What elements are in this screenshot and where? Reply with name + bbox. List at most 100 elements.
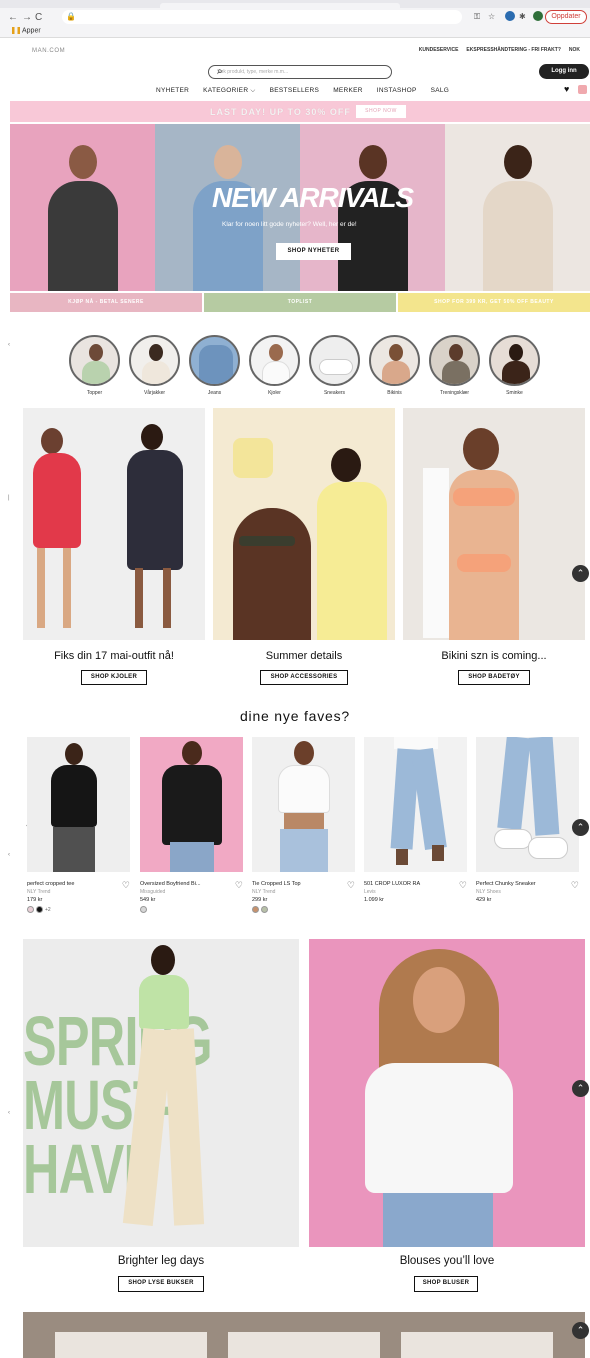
back-icon[interactable]: ← [8, 12, 18, 23]
customer-service-link[interactable]: KUNDESERVICE [419, 47, 459, 53]
puzzle-icon[interactable]: ✱ [519, 12, 526, 21]
color-swatches [252, 906, 355, 913]
feature-title-swimwear: Bikini szn is coming... [441, 650, 547, 662]
category-sneakers[interactable]: Sneakers [309, 335, 360, 396]
next-section-banner[interactable] [23, 1312, 585, 1358]
currency-selector[interactable]: NOK [569, 47, 580, 53]
reload-icon[interactable]: C [35, 12, 42, 23]
big-card-blouses[interactable] [309, 939, 585, 1247]
browser-chrome: ← → C 🔒 ⚿ ☆ ✱ Oppdater Apper [0, 0, 590, 38]
more-colors-count[interactable]: +2 [45, 907, 51, 913]
feature-card-accessories[interactable] [213, 408, 395, 640]
promo-shop-now-button[interactable]: SHOP NOW [356, 105, 406, 118]
address-bar[interactable]: 🔒 [62, 10, 462, 24]
nav-news[interactable]: NYHETER [156, 87, 189, 95]
product-image[interactable] [140, 737, 243, 872]
update-button[interactable]: Oppdater [545, 10, 587, 24]
scroll-up-button[interactable]: ⌃ [572, 819, 589, 836]
search-input[interactable]: Søk produkt, type, merke m.m... ⌕ [208, 65, 392, 79]
category-training[interactable]: Treningsklær [429, 335, 480, 396]
wishlist-heart-icon[interactable]: ♥ [564, 84, 569, 94]
promo-banner[interactable]: LAST DAY! UP TO 30% OFF SHOP NOW [10, 101, 590, 122]
shop-swimwear-button[interactable]: SHOP BADETØY [458, 670, 530, 685]
nav-brands[interactable]: MERKER [333, 87, 363, 95]
product-name[interactable]: perfect cropped tee [27, 881, 113, 887]
main-nav: NYHETER KATEGORIER ⌵ BESTSELLERS MERKER … [156, 87, 449, 95]
wishlist-heart-icon[interactable]: ♡ [235, 880, 243, 891]
product-image[interactable] [476, 737, 579, 872]
product-brand: Levis [364, 889, 376, 895]
wishlist-heart-icon[interactable]: ♡ [459, 880, 467, 891]
shop-accessories-button[interactable]: SHOP ACCESSORIES [260, 670, 348, 685]
category-jeans[interactable]: Jeans [189, 335, 240, 396]
hero-model-1 [10, 124, 155, 291]
extension-icon[interactable] [505, 11, 515, 21]
scroll-up-button[interactable]: ⌃ [572, 1322, 589, 1339]
banner-tile[interactable] [55, 1332, 207, 1358]
site-logo[interactable]: MAN.COM [32, 48, 65, 54]
product-price: 299 kr [252, 897, 268, 903]
nav-instashop[interactable]: INSTASHOP [377, 87, 417, 95]
lock-icon: 🔒 [66, 12, 76, 21]
product-name[interactable]: Perfect Chunky Sneaker [476, 881, 562, 887]
express-shipping-link[interactable]: EKSPRESSHÅNDTERING - FRI FRAKT? [466, 47, 560, 53]
product-card[interactable]: 501 CROP LUXOR RA Levis 1.099 kr ♡ [364, 737, 467, 903]
product-card[interactable]: Perfect Chunky Sneaker NLY Shoes 429 kr … [476, 737, 579, 903]
category-bikinis[interactable]: Bikinis [369, 335, 420, 396]
shop-blouses-button[interactable]: SHOP BLUSER [414, 1276, 478, 1292]
nav-bestsellers[interactable]: BESTSELLERS [270, 87, 320, 95]
product-name[interactable]: 501 CROP LUXOR RA [364, 881, 450, 887]
forward-icon[interactable]: → [22, 12, 32, 23]
wishlist-heart-icon[interactable]: ♡ [347, 880, 355, 891]
product-card[interactable]: Oversized Boyfriend Bi... Missguided 549… [140, 737, 243, 913]
hero-banner[interactable]: NEW ARRIVALS Klar for noen litt gode nyh… [10, 124, 590, 291]
strip-beauty-offer[interactable]: SHOP FOR 399 KR, GET 50% OFF BEAUTY [398, 293, 590, 312]
active-tab[interactable] [160, 3, 400, 8]
product-image[interactable] [364, 737, 467, 872]
strip-pay-later[interactable]: KJØP NÅ - BETAL SENERE [10, 293, 202, 312]
key-icon[interactable]: ⚿ [474, 12, 480, 22]
nav-sale[interactable]: SALG [431, 87, 450, 95]
search-icon[interactable]: ⌕ [217, 66, 387, 77]
login-button[interactable]: Logg inn [539, 64, 589, 79]
wishlist-heart-icon[interactable]: ♡ [122, 880, 130, 891]
product-card[interactable]: perfect cropped tee NLY Trend 179 kr +2 … [27, 737, 130, 913]
category-dresses[interactable]: Kjoler [249, 335, 300, 396]
product-name[interactable]: Oversized Boyfriend Bi... [140, 881, 226, 887]
swatch-sage[interactable] [261, 906, 268, 913]
category-spring-jackets[interactable]: Vårjakker [129, 335, 180, 396]
feature-card-swimwear[interactable] [403, 408, 585, 640]
hero-subtitle: Klar for noen litt gode nyheter? Well, h… [222, 221, 357, 228]
scroll-up-button[interactable]: ⌃ [572, 565, 589, 582]
category-tops[interactable]: Topper [69, 335, 120, 396]
swatch-tan[interactable] [252, 906, 259, 913]
nav-categories[interactable]: KATEGORIER ⌵ [203, 87, 255, 95]
product-price: 549 kr [140, 897, 156, 903]
bookmarks-bar[interactable]: Apper [12, 27, 41, 34]
star-icon[interactable]: ☆ [488, 12, 495, 21]
scroll-marker: | [8, 495, 10, 501]
scroll-up-button[interactable]: ⌃ [572, 1080, 589, 1097]
swatch-black[interactable] [36, 906, 43, 913]
product-card[interactable]: Tie Cropped LS Top NLY Trend 299 kr ♡ [252, 737, 355, 913]
swatch-pink[interactable] [27, 906, 34, 913]
feature-title-accessories: Summer details [265, 650, 343, 662]
shop-news-button[interactable]: SHOP NYHETER [276, 243, 351, 260]
product-image[interactable] [27, 737, 130, 872]
wishlist-heart-icon[interactable]: ♡ [571, 880, 579, 891]
big-card-light-pants[interactable]: SPRING MUST-HAVE [23, 939, 299, 1247]
banner-tile[interactable] [401, 1332, 553, 1358]
apps-label: Apper [22, 27, 41, 35]
shop-dresses-button[interactable]: SHOP KJOLER [81, 670, 147, 685]
strip-toplist[interactable]: TOPLIST [204, 293, 396, 312]
banner-tile[interactable] [228, 1332, 380, 1358]
swatch-grey[interactable] [140, 906, 147, 913]
feature-card-dresses[interactable] [23, 408, 205, 640]
profile-avatar[interactable] [533, 11, 543, 21]
product-image[interactable] [252, 737, 355, 872]
faves-title: dine nye faves? [239, 708, 351, 724]
shopping-bag-icon[interactable] [578, 85, 587, 94]
category-makeup[interactable]: Sminke [489, 335, 540, 396]
product-name[interactable]: Tie Cropped LS Top [252, 881, 338, 887]
shop-light-pants-button[interactable]: SHOP LYSE BUKSER [118, 1276, 204, 1292]
